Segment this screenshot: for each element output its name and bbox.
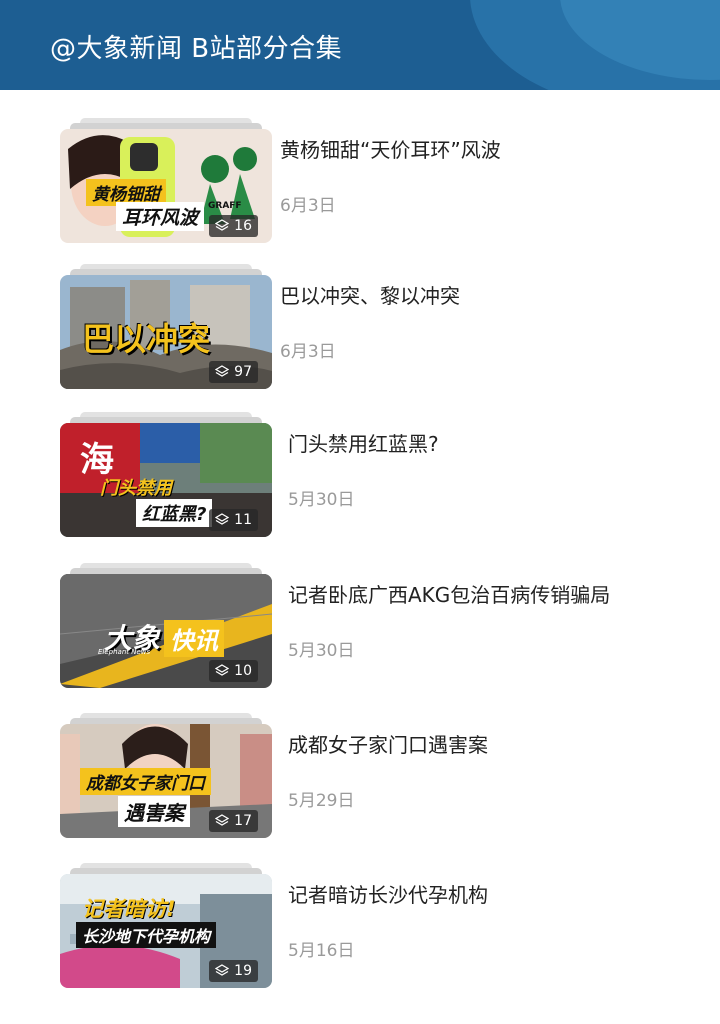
thumbnail-caption: 门头禁用 — [100, 478, 172, 499]
item-count: 19 — [234, 963, 252, 979]
item-date: 5月29日 — [288, 791, 355, 811]
item-count-badge: 17 — [209, 810, 258, 832]
item-title[interactable]: 巴以冲突、黎以冲突 — [280, 280, 460, 309]
page-title: @大象新闻 B站部分合集 — [50, 34, 343, 64]
thumbnail-caption: 长沙地下代孕机构 — [76, 922, 217, 948]
thumbnail: 黄杨钿甜 耳环风波 GRAFF 16 — [60, 129, 272, 243]
thumbnail-stack: 黄杨钿甜 耳环风波 GRAFF 16 — [60, 118, 272, 243]
thumbnail-brand: Elephant News — [98, 648, 151, 656]
item-count-badge: 11 — [209, 509, 258, 531]
layers-icon — [215, 219, 230, 231]
thumbnail: 大象 快讯 Elephant News 10 — [60, 574, 272, 688]
thumbnail-stack: 记者暗访! 长沙地下代孕机构 19 — [60, 863, 272, 988]
item-title[interactable]: 门头禁用红蓝黑? — [288, 428, 439, 457]
item-count: 17 — [234, 813, 252, 829]
thumbnail-stack: 大象 快讯 Elephant News 10 — [60, 563, 272, 688]
layers-icon — [215, 964, 230, 976]
thumbnail: 记者暗访! 长沙地下代孕机构 19 — [60, 874, 272, 988]
list-item[interactable]: 成都女子家门口 遇害案 17 成都女子家门口遇害案 5月29日 — [0, 713, 720, 843]
list-item[interactable]: 记者暗访! 长沙地下代孕机构 19 记者暗访长沙代孕机构 5月16日 — [0, 863, 720, 993]
item-count-badge: 16 — [209, 215, 258, 237]
thumbnail-caption: 成都女子家门口 — [80, 768, 211, 795]
thumbnail-stack: 巴以冲突 97 — [60, 264, 272, 389]
header-bar: @大象新闻 B站部分合集 — [0, 0, 720, 90]
thumbnail-caption: 红蓝黑? — [136, 499, 213, 527]
thumbnail: 成都女子家门口 遇害案 17 — [60, 724, 272, 838]
item-count: 16 — [234, 218, 252, 234]
item-count-badge: 97 — [209, 361, 258, 383]
item-count: 11 — [234, 512, 252, 528]
thumbnail-caption: 耳环风波 — [116, 202, 205, 231]
layers-icon — [215, 664, 230, 676]
thumbnail-stack: 成都女子家门口 遇害案 17 — [60, 713, 272, 838]
thumbnail: 海 门头禁用 红蓝黑? 11 — [60, 423, 272, 537]
item-date: 6月3日 — [280, 196, 336, 216]
list-item[interactable]: 大象 快讯 Elephant News 10 记者卧底广西AKG包治百病传销骗局… — [0, 563, 720, 693]
item-date: 5月30日 — [288, 641, 355, 661]
item-title[interactable]: 成都女子家门口遇害案 — [288, 729, 488, 758]
layers-icon — [215, 513, 230, 525]
item-date: 5月16日 — [288, 941, 355, 961]
thumbnail-caption: 遇害案 — [118, 796, 190, 827]
thumbnail-caption: 巴以冲突 — [82, 320, 211, 358]
item-title[interactable]: 黄杨钿甜“天价耳环”风波 — [280, 134, 501, 163]
item-title[interactable]: 记者暗访长沙代孕机构 — [288, 879, 488, 908]
item-date: 6月3日 — [280, 342, 336, 362]
list-item[interactable]: 黄杨钿甜 耳环风波 GRAFF 16 黄杨钿甜“天价耳环”风波 6月3日 — [0, 118, 720, 248]
item-count: 97 — [234, 364, 252, 380]
list-item[interactable]: 巴以冲突 97 巴以冲突、黎以冲突 6月3日 — [0, 264, 720, 394]
item-title[interactable]: 记者卧底广西AKG包治百病传销骗局 — [288, 579, 610, 608]
item-count-badge: 10 — [209, 660, 258, 682]
item-count: 10 — [234, 663, 252, 679]
item-count-badge: 19 — [209, 960, 258, 982]
item-date: 5月30日 — [288, 490, 355, 510]
thumbnail-stack: 海 门头禁用 红蓝黑? 11 — [60, 412, 272, 537]
thumbnail: 巴以冲突 97 — [60, 275, 272, 389]
layers-icon — [215, 365, 230, 377]
thumbnail-caption: 记者暗访! — [82, 897, 176, 921]
thumbnail-brand: GRAFF — [208, 201, 242, 211]
thumbnail-caption: 快讯 — [164, 620, 224, 657]
layers-icon — [215, 814, 230, 826]
list-item[interactable]: 海 门头禁用 红蓝黑? 11 门头禁用红蓝黑? 5月30日 — [0, 412, 720, 542]
